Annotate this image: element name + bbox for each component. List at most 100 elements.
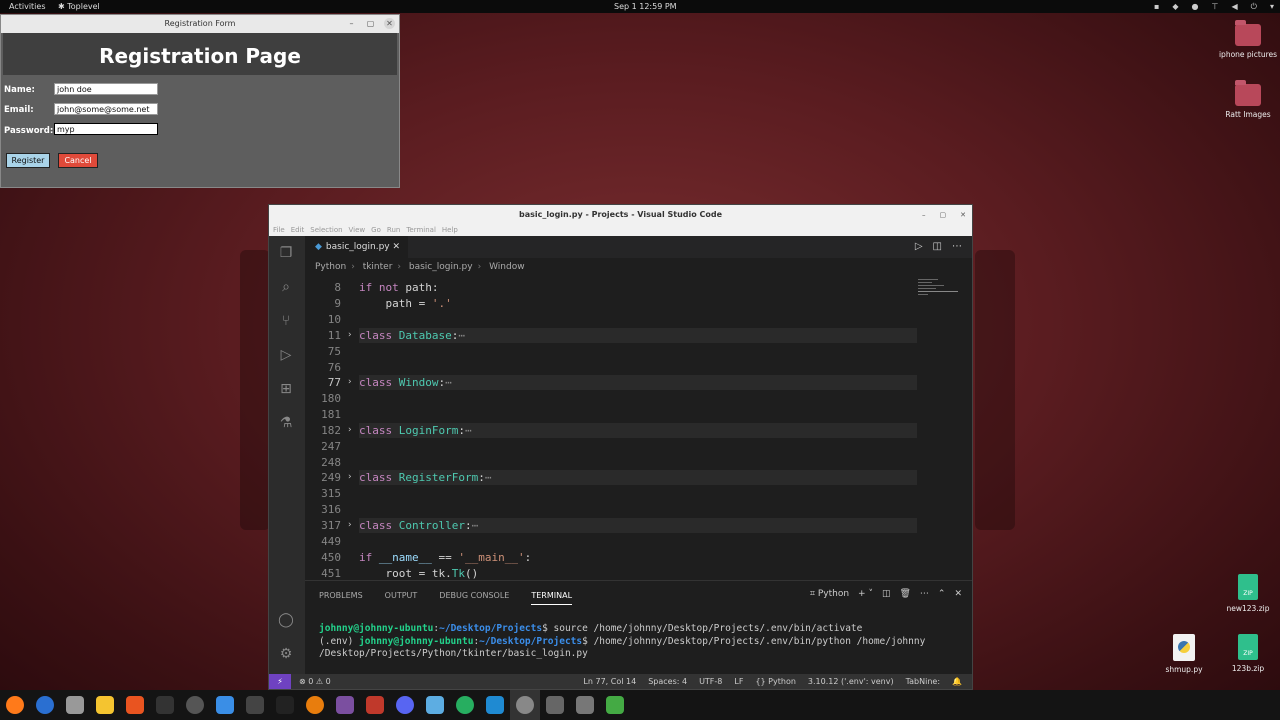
more-icon[interactable]: ⋯ — [920, 589, 929, 599]
terminal-output[interactable]: johnny@johnny-ubuntu:~/Desktop/Projects$… — [319, 623, 925, 661]
status-bar: ⚡ ⊗ 0 ⚠ 0 Ln 77, Col 14 Spaces: 4 UTF-8 … — [269, 674, 972, 689]
more-actions-icon[interactable]: ⋯ — [952, 236, 962, 258]
email-label: Email: — [4, 105, 34, 115]
menu-selection[interactable]: Selection — [310, 225, 342, 236]
email-field[interactable]: john@some@some.net — [54, 103, 158, 115]
account-icon[interactable]: ◯ — [277, 611, 295, 629]
split-editor-icon[interactable]: ◫ — [933, 236, 942, 258]
run-debug-icon[interactable]: ▷ — [277, 346, 295, 364]
tab-problems[interactable]: PROBLEMS — [319, 591, 363, 605]
close-icon[interactable]: ✕ — [384, 18, 395, 29]
close-tab-icon[interactable]: ✕ — [393, 242, 401, 252]
activities-button[interactable]: Activities — [9, 0, 46, 13]
puzzle-icon[interactable] — [210, 690, 240, 720]
menu-terminal[interactable]: Terminal — [406, 225, 436, 236]
run-icon[interactable]: ▷ — [915, 236, 923, 258]
menu-help[interactable]: Help — [442, 225, 458, 236]
menu-run[interactable]: Run — [387, 225, 400, 236]
breadcrumb-tkinter[interactable]: tkinter — [363, 262, 393, 272]
tab-terminal[interactable]: TERMINAL — [531, 591, 573, 605]
shutter-icon[interactable] — [240, 690, 270, 720]
app-menu[interactable]: ✱ Toplevel — [58, 0, 100, 13]
desktop-icon-123b-zip[interactable]: ZIP 123b.zip — [1213, 634, 1280, 673]
image-viewer-icon[interactable] — [420, 690, 450, 720]
trash-icon[interactable] — [600, 690, 630, 720]
end-of-line[interactable]: LF — [734, 674, 743, 689]
encoding[interactable]: UTF-8 — [699, 674, 722, 689]
maximize-icon[interactable]: ▢ — [940, 205, 947, 225]
register-button[interactable]: Register — [6, 153, 50, 168]
cancel-button[interactable]: Cancel — [58, 153, 98, 168]
disk-icon[interactable] — [570, 690, 600, 720]
system-tray[interactable]: ▪ ◆ ● ⊤ ◀ ⏻ ▾ — [1154, 0, 1274, 13]
maximize-icon[interactable]: ▢ — [365, 18, 376, 29]
minimize-icon[interactable]: – — [922, 205, 926, 225]
firefox-icon[interactable] — [0, 690, 30, 720]
language-mode[interactable]: {} Python — [755, 674, 795, 689]
search-icon[interactable]: ⌕ — [277, 278, 295, 296]
settings-gear-icon[interactable]: ⚙ — [277, 645, 295, 663]
breadcrumb-python[interactable]: Python — [315, 262, 346, 272]
window-titlebar[interactable]: Registration Form – ▢ ✕ — [1, 15, 399, 33]
minimap[interactable] — [918, 277, 964, 317]
obs-icon[interactable] — [180, 690, 210, 720]
software-icon[interactable] — [120, 690, 150, 720]
blender-icon[interactable] — [300, 690, 330, 720]
thunderbird-icon[interactable] — [30, 690, 60, 720]
tab-debug-console[interactable]: DEBUG CONSOLE — [439, 591, 509, 605]
wallpaper-shape — [240, 250, 270, 530]
screenshot-icon[interactable] — [360, 690, 390, 720]
app-icon[interactable] — [540, 690, 570, 720]
problems-count[interactable]: ⊗ 0 ⚠ 0 — [299, 674, 331, 689]
discord-icon[interactable] — [390, 690, 420, 720]
bell-icon[interactable]: 🔔 — [952, 674, 962, 689]
source-control-icon[interactable]: ⑂ — [277, 312, 295, 330]
name-field[interactable]: john doe — [54, 83, 158, 95]
inkscape-icon[interactable] — [270, 690, 300, 720]
desktop-icon-shmup-py[interactable]: shmup.py — [1149, 634, 1219, 674]
maximize-panel-icon[interactable]: ⌃ — [938, 589, 946, 599]
close-panel-icon[interactable]: ✕ — [954, 589, 962, 599]
new-terminal-icon[interactable]: + ˅ — [858, 589, 873, 599]
vscode-icon[interactable] — [480, 690, 510, 720]
window-titlebar[interactable]: basic_login.py - Projects - Visual Studi… — [269, 205, 972, 225]
testing-icon[interactable]: ⚗ — [277, 414, 295, 432]
menu-bar: File Edit Selection View Go Run Terminal… — [269, 225, 972, 236]
camera-icon: ▪ — [1153, 2, 1160, 11]
code-editor[interactable]: 8 if not path: 9 path = '.' 10 11 › class D… — [305, 277, 917, 580]
desktop-icon-iphone-pictures[interactable]: iphone pictures — [1213, 20, 1280, 59]
folder-icon — [1235, 20, 1261, 46]
remote-icon[interactable]: ⚡ — [269, 674, 291, 689]
split-terminal-icon[interactable]: ◫ — [882, 589, 891, 599]
explorer-icon[interactable]: ❐ — [277, 244, 295, 262]
terminal-icon[interactable] — [150, 690, 180, 720]
terminal-profile[interactable]: ⌗ Python — [810, 589, 849, 599]
minimize-icon[interactable]: – — [346, 18, 357, 29]
tab-basic-login[interactable]: ◆ basic_login.py ✕ — [305, 236, 408, 258]
desktop-icon-new123-zip[interactable]: ZIP new123.zip — [1213, 574, 1280, 613]
menu-edit[interactable]: Edit — [291, 225, 305, 236]
trash-icon[interactable]: 🗑 — [899, 589, 910, 599]
power-icon: ⏻ — [1250, 2, 1257, 11]
menu-file[interactable]: File — [273, 225, 285, 236]
video-icon[interactable] — [330, 690, 360, 720]
menu-go[interactable]: Go — [371, 225, 381, 236]
tabnine-status[interactable]: TabNine: — [906, 674, 940, 689]
clock[interactable]: Sep 1 12:59 PM — [614, 0, 677, 13]
extensions-icon[interactable]: ⊞ — [277, 380, 295, 398]
settings-icon[interactable] — [510, 690, 540, 720]
indentation[interactable]: Spaces: 4 — [648, 674, 687, 689]
files-icon[interactable] — [60, 690, 90, 720]
breadcrumb-window[interactable]: Window — [489, 262, 525, 272]
breadcrumb-file[interactable]: basic_login.py — [409, 262, 473, 272]
desktop-icon-ratt-images[interactable]: Ratt Images — [1213, 80, 1280, 119]
menu-view[interactable]: View — [349, 225, 366, 236]
tab-output[interactable]: OUTPUT — [385, 591, 418, 605]
password-field[interactable]: myp — [54, 123, 158, 135]
close-icon[interactable]: ✕ — [960, 205, 966, 225]
volume-icon: ◀ — [1231, 2, 1238, 11]
python-interpreter[interactable]: 3.10.12 ('.env': venv) — [808, 674, 894, 689]
cursor-position[interactable]: Ln 77, Col 14 — [583, 674, 636, 689]
xournal-icon[interactable] — [450, 690, 480, 720]
rhythmbox-icon[interactable] — [90, 690, 120, 720]
